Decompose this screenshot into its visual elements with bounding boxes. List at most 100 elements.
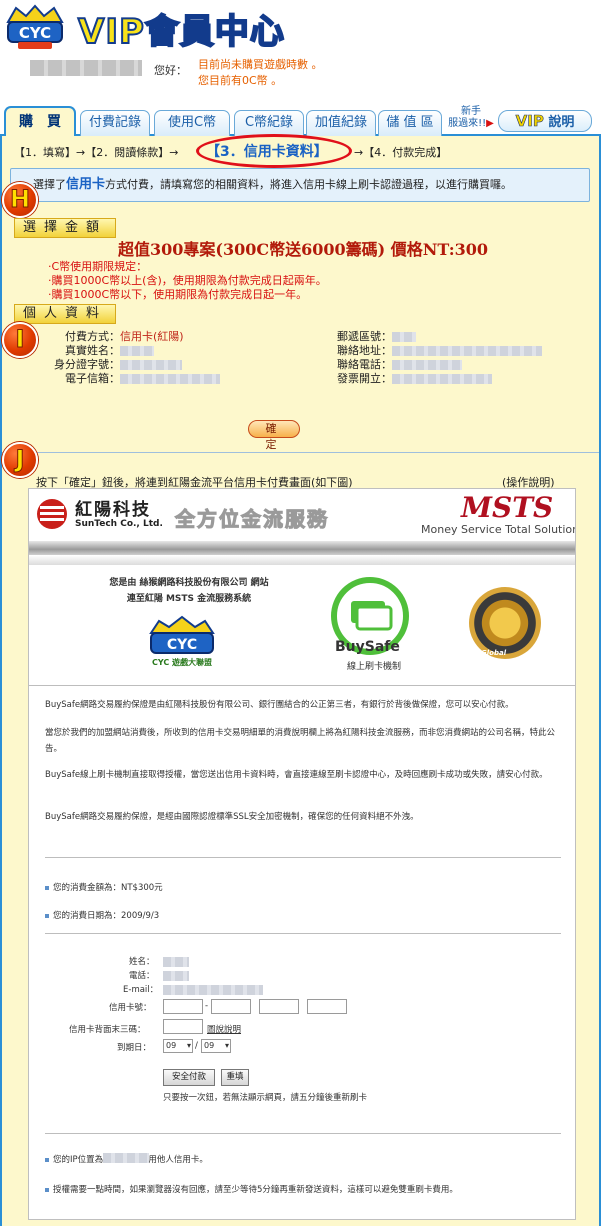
redacted-value	[163, 971, 189, 981]
redacted-value	[392, 332, 416, 342]
card-number-input-2[interactable]	[211, 999, 251, 1014]
vip-help-button[interactable]: VIP 說明	[498, 110, 592, 132]
header-bar	[29, 541, 575, 555]
info-row: 郵遞區號：	[322, 330, 542, 344]
phone-label: 電話：	[129, 971, 155, 981]
expiry-year-select[interactable]: 09 ▾	[201, 1039, 231, 1053]
section-label-amount: 選擇金額	[14, 218, 116, 238]
expiry-label: 到期日：	[117, 1043, 152, 1053]
status-message-coins: 您目前有0C幣 。	[198, 74, 283, 87]
bullet-icon	[45, 913, 49, 918]
divider	[29, 685, 575, 686]
card-number-input-3[interactable]	[259, 999, 299, 1014]
section-divider	[2, 452, 599, 453]
cvv-help-link[interactable]: 圖說說明	[207, 1023, 241, 1035]
slash: /	[195, 1041, 198, 1051]
cyc-logo[interactable]: CYC	[4, 4, 66, 50]
amount-line: 您的消費金額為：NT$300元	[45, 881, 163, 893]
confirm-button[interactable]: 確 定	[248, 420, 300, 451]
final-note: 授權需要一點時間，如果瀏覽器沒有回應，請至少等待5分鐘再重新發送資料，這樣可以避…	[45, 1183, 458, 1195]
tab-topup-records[interactable]: 加值紀錄	[306, 110, 376, 136]
msts-subtitle: Money Service Total Solution	[421, 523, 576, 536]
msts-logo: MSTS	[461, 491, 554, 524]
payment-preview: 紅陽科技 SunTech Co., Ltd. 全方位金流服務 MSTS Mone…	[28, 488, 576, 1220]
redacted-ip	[103, 1153, 149, 1163]
tab-bar: 購 買 付費記錄 使用C幣 C幣紀錄 加值紀錄 儲 值 區 新手 服過來!!▶ …	[0, 106, 601, 137]
redacted-value	[163, 957, 189, 967]
cvv-input[interactable]	[163, 1019, 203, 1034]
tab-coin-records[interactable]: C幣紀錄	[234, 110, 304, 136]
cyc-logo-small: CYC CYC 遊戲大聯盟	[149, 615, 215, 667]
info-row: 付費方式：信用卡(紅陽)	[65, 330, 184, 343]
card-number-input-1[interactable]	[163, 999, 203, 1014]
date-line: 您的消費日期為：2009/9/3	[45, 909, 159, 921]
secure-pay-button[interactable]: 安全付款	[163, 1069, 215, 1086]
info-paragraph: BuySafe網路交易履約保證是由紅陽科技股份有限公司、銀行團結合的公正第三者，…	[45, 700, 514, 710]
bullet-icon	[45, 885, 49, 890]
personal-info-left: 付費方式：信用卡(紅陽) 真實姓名： 身分證字號： 電子信箱：	[46, 330, 220, 386]
reset-button[interactable]: 重填	[221, 1069, 249, 1086]
chevron-down-icon: ▾	[186, 1041, 191, 1050]
tab-buy[interactable]: 購 買	[4, 106, 76, 137]
buysafe-title: BuySafe	[335, 639, 400, 655]
package-title: 超值300專案(300C幣送6000籌碼) 價格NT:300	[118, 240, 489, 259]
card-number-label: 信用卡號：	[109, 1003, 152, 1013]
info-row: 聯絡電話：	[322, 358, 542, 372]
tab-payment-records[interactable]: 付費記錄	[80, 110, 150, 136]
divider	[45, 933, 561, 934]
redacted-value	[120, 374, 220, 384]
seal-label: Global	[481, 649, 507, 657]
step-indicator: 【1．填寫】→【2．閱讀條款】→	[14, 146, 179, 159]
tab-deposit-area[interactable]: 儲 值 區	[378, 110, 442, 136]
origin-site-line: 您是由 絲猴網路科技股份有限公司 網站	[109, 578, 269, 588]
info-row: 電子信箱：	[46, 372, 220, 386]
marker-j: J	[2, 442, 38, 478]
redacted-value	[392, 360, 462, 370]
info-paragraph: BuySafe線上刷卡機制直接取得授權，當您送出信用卡資料時，會直接連線至刷卡認…	[45, 770, 548, 780]
section-label-personal: 個人資料	[14, 304, 116, 324]
cvv-label: 信用卡背面末三碼：	[69, 1025, 146, 1035]
email-label: E-mail：	[123, 985, 159, 995]
bullet-icon	[45, 1187, 49, 1192]
info-row: 身分證字號：	[46, 358, 220, 372]
card-number-input-4[interactable]	[307, 999, 347, 1014]
divider	[45, 857, 561, 858]
submit-hint: 只要按一次鈕，若無法顯示網頁，請五分鐘後重新刷卡	[163, 1093, 368, 1103]
dash: -	[205, 1001, 209, 1011]
origin-system-line: 連至紅陽 MSTS 金流服務系統	[126, 594, 252, 604]
page-title: VIP會員中心	[77, 11, 285, 53]
expiry-month-select[interactable]: 09 ▾	[163, 1039, 193, 1053]
suntech-logo-icon	[37, 499, 67, 529]
current-step: 【3．信用卡資料】	[206, 144, 328, 160]
page-header: CYC VIP會員中心 您好： 目前尚未購買遊戲時數 。 您目前有0C幣 。	[0, 0, 601, 104]
suntech-header: 紅陽科技 SunTech Co., Ltd. 全方位金流服務 MSTS Mone…	[29, 489, 576, 541]
tab-use-coins[interactable]: 使用C幣	[154, 110, 230, 136]
name-label: 姓名：	[129, 957, 155, 967]
info-row: 真實姓名：	[46, 344, 220, 358]
header-bar-shadow	[29, 555, 575, 565]
step-four: →【4．付款完成】	[354, 146, 448, 159]
svg-text:CYC: CYC	[167, 637, 197, 653]
personal-info-right: 郵遞區號： 聯絡地址： 聯絡電話： 發票開立：	[322, 330, 542, 386]
redacted-value	[392, 346, 542, 356]
arrow-right-icon: ▶	[486, 118, 494, 129]
svg-text:CYC: CYC	[19, 24, 51, 42]
svg-text:CYC 遊戲大聯盟: CYC 遊戲大聯盟	[152, 657, 212, 667]
divider	[45, 1133, 561, 1134]
company-name: 紅陽科技	[75, 500, 151, 520]
company-name-en: SunTech Co., Ltd.	[75, 519, 163, 529]
greeting: 您好：	[154, 64, 187, 77]
redacted-value	[392, 374, 492, 384]
marker-h: H	[2, 182, 38, 218]
newbie-link[interactable]: 新手 服過來!!▶	[444, 106, 498, 130]
buysafe-subtitle: 線上刷卡機制	[347, 662, 402, 672]
info-paragraph: 當您於我們的加盟網站消費後，所收到的信用卡交易明細單的消費說明欄上將為紅陽科技金…	[45, 728, 556, 754]
redacted-value	[163, 985, 263, 995]
info-row: 聯絡地址：	[322, 344, 542, 358]
info-paragraph: BuySafe網路交易履約保證，是經由國際認證標準SSL安全加密機制，確保您的任…	[45, 812, 419, 822]
username-redacted	[30, 60, 142, 76]
service-slogan: 全方位金流服務	[175, 507, 329, 532]
info-row: 發票開立：	[322, 372, 542, 386]
redacted-value	[120, 346, 154, 356]
redacted-value	[120, 360, 182, 370]
